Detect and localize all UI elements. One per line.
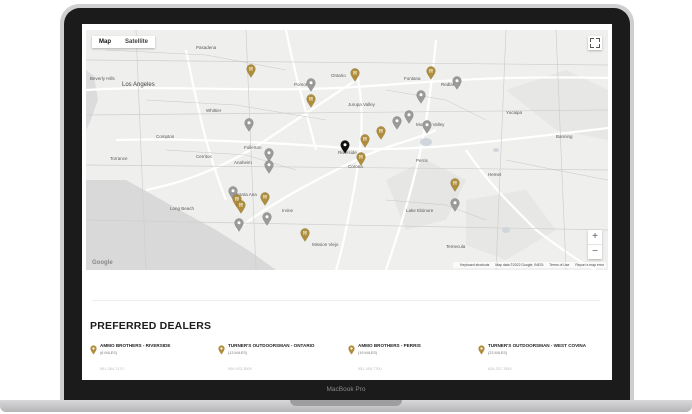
dealer-name[interactable]: TURNER'S OUTDOORSMAN - ONTARIO	[228, 343, 315, 348]
city-label: Mission Viejo	[312, 242, 339, 247]
screen: Pasadena Los Angeles Beverly Hills Ontar…	[82, 24, 612, 380]
map-type-map-button[interactable]: Map	[92, 36, 118, 48]
svg-text:H: H	[363, 138, 367, 143]
dealer-marker[interactable]	[452, 76, 462, 90]
google-logo: Google	[92, 260, 113, 266]
map-pin-icon	[90, 342, 97, 355]
svg-text:H: H	[263, 196, 267, 201]
preferred-dealer-marker[interactable]: H	[360, 134, 370, 148]
current-location-marker[interactable]	[340, 140, 350, 154]
svg-text:H: H	[453, 182, 457, 187]
dealer-marker[interactable]	[416, 90, 426, 104]
dealer-distance: (13 MILES)	[228, 351, 248, 355]
report-map-error-link[interactable]: Report a map error	[575, 263, 604, 267]
preferred-dealer-marker[interactable]: H	[236, 200, 246, 214]
city-label: Anaheim	[234, 160, 252, 165]
preferred-dealer-marker[interactable]: H	[306, 94, 316, 108]
city-label: Jurupa Valley	[348, 102, 375, 107]
city-label: Ontario	[331, 73, 346, 78]
svg-text:H: H	[303, 232, 307, 237]
keyboard-shortcuts-link[interactable]: Keyboard shortcuts	[460, 263, 489, 267]
city-label: Los Angeles	[122, 82, 155, 88]
preferred-dealer-marker[interactable]: H	[246, 64, 256, 78]
dealer-marker[interactable]	[450, 198, 460, 212]
preferred-dealer-marker[interactable]: H	[300, 228, 310, 242]
dealer-marker[interactable]	[422, 120, 432, 134]
laptop-brand-label: MacBook Pro	[326, 386, 366, 393]
city-label: Perris	[416, 158, 428, 163]
dealer-phone[interactable]: 951-490-7700	[358, 367, 382, 371]
dealer-phone[interactable]: 951-384-7170	[100, 367, 124, 371]
preferred-dealer-marker[interactable]: H	[356, 152, 366, 166]
preferred-dealer-marker[interactable]: H	[426, 66, 436, 80]
fullscreen-icon	[596, 38, 600, 42]
dealer-marker[interactable]	[392, 116, 402, 130]
city-label: Cerritos	[196, 154, 212, 159]
svg-text:H: H	[353, 72, 357, 77]
preferred-dealer-marker[interactable]: H	[450, 178, 460, 192]
city-label: Beverly Hills	[90, 76, 115, 81]
svg-text:H: H	[359, 156, 363, 161]
map-type-satellite-button[interactable]: Satellite	[118, 36, 155, 48]
city-label: Compton	[156, 134, 175, 139]
dealer-marker[interactable]	[262, 212, 272, 226]
dealer-phone[interactable]: 909-923-3009	[228, 367, 252, 371]
zoom-in-button[interactable]: +	[588, 230, 602, 244]
city-label: Long Beach	[170, 206, 195, 211]
terms-of-use-link[interactable]: Terms of Use	[549, 263, 569, 267]
fullscreen-icon	[590, 44, 594, 48]
city-label: Fontana	[404, 76, 421, 81]
preferred-dealer-marker[interactable]: H	[260, 192, 270, 206]
dealer-distance: (23 MILES)	[488, 351, 508, 355]
dealer-name[interactable]: AMMO BROTHERS - RIVERSIDE	[100, 343, 170, 348]
dealer-distance: (6 MILES)	[100, 351, 118, 355]
dealer-distance: (19 MILES)	[358, 351, 378, 355]
city-label: Yucaipa	[506, 110, 523, 115]
zoom-out-button[interactable]: −	[588, 244, 602, 259]
city-label: Fullerton	[244, 145, 262, 150]
dealer-marker[interactable]	[264, 160, 274, 174]
city-label: Torrance	[110, 156, 128, 161]
dealer-name[interactable]: TURNER'S OUTDOORSMAN - WEST COVINA	[488, 343, 586, 348]
city-label: Banning	[556, 134, 573, 139]
city-label: Whittier	[206, 108, 222, 113]
fullscreen-icon	[590, 38, 594, 42]
city-label: Hemet	[488, 172, 502, 177]
dealer-phone[interactable]: 626-337-7845	[488, 367, 512, 371]
dealer-marker[interactable]	[244, 118, 254, 132]
svg-text:H: H	[429, 70, 433, 75]
section-divider	[92, 300, 600, 301]
map-pin-icon	[348, 342, 355, 355]
preferred-dealer-marker[interactable]: H	[350, 68, 360, 82]
dealer-marker[interactable]	[306, 78, 316, 92]
map-pin-icon	[478, 342, 485, 355]
map-type-control: Map Satellite	[92, 36, 156, 48]
dealer-marker[interactable]	[234, 218, 244, 232]
preferred-dealer-marker[interactable]: H	[376, 126, 386, 140]
svg-text:H: H	[309, 98, 313, 103]
dealer-name[interactable]: AMMO BROTHERS - PERRIS	[358, 343, 421, 348]
svg-text:H: H	[379, 130, 383, 135]
city-label: Pasadena	[196, 45, 217, 50]
laptop-notch	[290, 400, 402, 406]
map-pin-icon	[218, 342, 225, 355]
map-data-credit: Map data ©2022 Google, INEGI	[495, 263, 544, 267]
fullscreen-button[interactable]	[588, 36, 602, 50]
city-label: Temecula	[446, 244, 466, 249]
city-label: Irvine	[282, 208, 294, 213]
svg-text:H: H	[249, 68, 253, 73]
map-attribution: Keyboard shortcuts Map data ©2022 Google…	[453, 262, 606, 268]
svg-text:H: H	[239, 204, 243, 209]
zoom-control: + −	[588, 230, 602, 259]
fullscreen-icon	[596, 44, 600, 48]
preferred-dealers-heading: PREFERRED DEALERS	[90, 320, 212, 332]
dealer-map[interactable]: Pasadena Los Angeles Beverly Hills Ontar…	[86, 30, 608, 270]
dealer-marker[interactable]	[404, 110, 414, 124]
city-label: Lake Elsinore	[406, 208, 434, 213]
